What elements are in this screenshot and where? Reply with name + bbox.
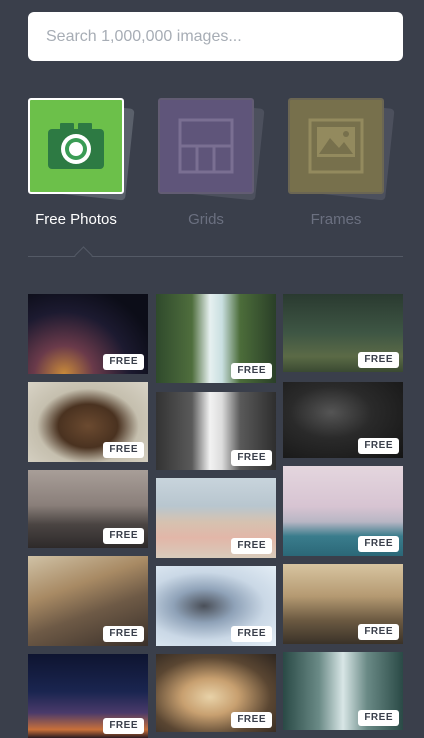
category-card[interactable]: [158, 98, 254, 194]
free-badge: FREE: [103, 718, 144, 734]
search-input[interactable]: [28, 12, 403, 61]
image-thumbnail-golden-gate-bridge[interactable]: FREE: [283, 466, 403, 556]
free-badge: FREE: [231, 450, 272, 466]
free-badge: FREE: [231, 538, 272, 554]
image-thumbnail-misty-hills[interactable]: FREE: [283, 564, 403, 644]
image-thumbnail-milky-way[interactable]: FREE: [28, 294, 148, 374]
free-badge: FREE: [358, 624, 399, 640]
image-thumbnail-bridge-underside[interactable]: FREE: [283, 652, 403, 730]
category-label: Frames: [310, 211, 362, 228]
category-card[interactable]: [28, 98, 124, 194]
free-badge: FREE: [231, 363, 272, 379]
image-thumbnail-coin-binoculars[interactable]: FREE: [156, 566, 276, 646]
image-thumbnail-night-horizon[interactable]: FREE: [28, 654, 148, 738]
image-thumbnail-forest-path[interactable]: FREE: [283, 294, 403, 372]
category-label: Free Photos: [35, 211, 117, 228]
category-card[interactable]: [288, 98, 384, 194]
photo-frame-icon: [308, 118, 364, 174]
image-thumbnail-waterfall-bw[interactable]: FREE: [156, 392, 276, 470]
free-badge: FREE: [103, 442, 144, 458]
free-badge: FREE: [103, 528, 144, 544]
search-box[interactable]: [28, 12, 403, 61]
free-badge: FREE: [103, 354, 144, 370]
image-thumbnail-diver[interactable]: FREE: [283, 382, 403, 458]
free-badge: FREE: [231, 712, 272, 728]
free-badge: FREE: [358, 438, 399, 454]
image-thumbnail-pastry[interactable]: FREE: [156, 654, 276, 732]
category-label: Grids: [188, 211, 224, 228]
image-thumbnail-mountain-cliff[interactable]: FREE: [28, 470, 148, 548]
grid-layout-icon: [178, 118, 234, 174]
free-badge: FREE: [358, 710, 399, 726]
free-badge: FREE: [358, 352, 399, 368]
free-badge: FREE: [103, 626, 144, 642]
image-thumbnail-typewriter[interactable]: FREE: [28, 556, 148, 646]
free-badge: FREE: [231, 626, 272, 642]
active-tab-pointer: [74, 246, 93, 265]
image-thumbnail-waterfall-green[interactable]: FREE: [156, 294, 276, 383]
image-thumbnail-bear[interactable]: FREE: [28, 382, 148, 462]
image-thumbnail-beach-sunbathers[interactable]: FREE: [156, 478, 276, 558]
free-badge: FREE: [358, 536, 399, 552]
camera-icon: [48, 123, 104, 169]
